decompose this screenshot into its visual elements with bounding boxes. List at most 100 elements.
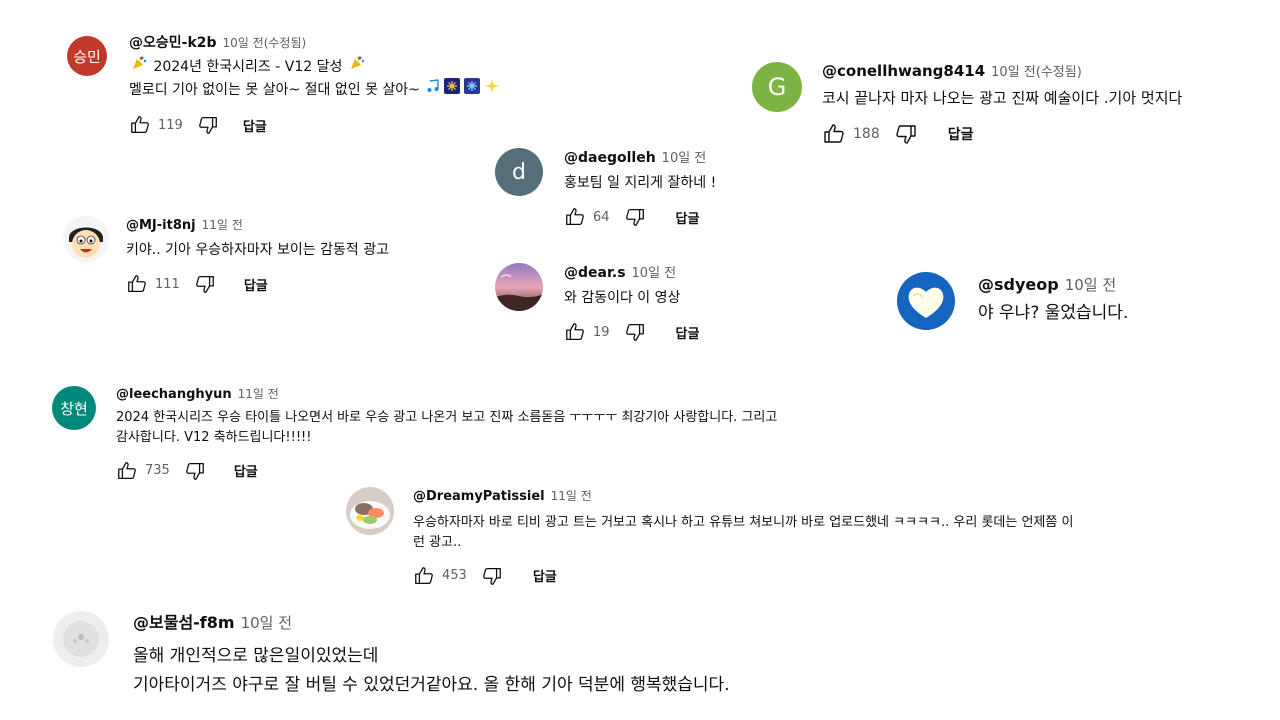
comment-content: @sdyeop 10일 전 야 우냐? 울었습니다. [978, 275, 1128, 327]
like-icon[interactable] [822, 122, 846, 146]
comment-content: @DreamyPatissiel 11일 전 우승하자마자 바로 티비 광고 트는… [413, 489, 1073, 587]
sunset-photo-avatar[interactable] [495, 263, 543, 311]
comment-time[interactable]: 11일 전 [551, 489, 592, 503]
reply-button[interactable]: 답글 [234, 461, 258, 480]
comment-content: @leechanghyun 11일 전 2024 한국시리즈 우승 타이틀 나오면… [116, 387, 777, 482]
comment-time[interactable]: 10일 전 [1065, 276, 1116, 294]
comment-author[interactable]: @dear.s [564, 265, 626, 281]
comment-time[interactable]: 11일 전 [238, 387, 279, 401]
comment-content: @MJ-it8nj 11일 전 키야.. 기아 우승하자마자 보이는 감동적 광고… [126, 218, 389, 295]
fireworks-icon [464, 78, 481, 102]
comment-line: 야 우냐? 울었습니다. [978, 303, 1129, 324]
comment-text: 2024년 한국시리즈 - V12 달성 멜로디 기아 없이는 못 살아~ 절대… [129, 55, 502, 102]
dislike-icon[interactable] [481, 565, 503, 587]
avatar[interactable]: 창현 [52, 386, 96, 430]
dislike-icon[interactable] [184, 460, 206, 482]
dislike-icon[interactable] [894, 122, 918, 146]
comment-content: @보물섬-f8m 10일 전 올해 개인적으로 많은일이있었는데 기아타이거즈 야… [133, 613, 730, 700]
comment-actions: 64 답글 [564, 206, 716, 228]
dislike-icon[interactable] [197, 114, 219, 136]
like-count: 453 [442, 568, 467, 584]
sparkles-icon [484, 78, 500, 102]
cartoon-face-avatar[interactable] [63, 216, 109, 262]
comment-actions: 19 답글 [564, 321, 699, 343]
avatar-initials: 승민 [73, 47, 101, 66]
comment-text: 코시 끝나자 마자 나오는 광고 진짜 예술이다 .기아 멋지다 [822, 87, 1182, 110]
comment-line: 홍보팀 일 지리게 잘하네 ! [564, 174, 717, 191]
comment-content: @conellhwang8414 10일 전(수정됨) 코시 끝나자 마자 나오는… [822, 62, 1182, 146]
comment-author[interactable]: @보물섬-f8m [133, 613, 235, 632]
comment-text: 키야.. 기아 우승하자마자 보이는 감동적 광고 [126, 240, 389, 262]
comment-author[interactable]: @leechanghyun [116, 387, 232, 402]
like-count: 119 [158, 117, 183, 133]
comment-line: 감사합니다. V12 축하드립니다!!!!! [116, 429, 312, 445]
like-count: 19 [593, 324, 610, 340]
avatar[interactable]: G [752, 62, 802, 112]
reply-button[interactable]: 답글 [244, 275, 268, 294]
like-icon[interactable] [116, 460, 138, 482]
like-icon[interactable] [564, 206, 586, 228]
like-count: 111 [155, 276, 180, 292]
comment-time[interactable]: 10일 전(수정됨) [223, 36, 307, 50]
comment-line: 멜로디 기아 없이는 못 살아~ 절대 없인 못 살아~ [129, 82, 420, 99]
comment-line: 2024 한국시리즈 우승 타이틀 나오면서 바로 우승 광고 나온거 보고 진… [116, 409, 778, 425]
comment-line: 우승하자마자 바로 티비 광고 트는 거보고 혹시나 하고 유튜브 쳐보니까 바… [413, 514, 1074, 530]
comment-line: 코시 끝나자 마자 나오는 광고 진짜 예술이다 .기아 멋지다 [822, 88, 1183, 107]
reply-button[interactable]: 답글 [676, 208, 700, 227]
comment-line: 와 감동이다 이 영상 [564, 289, 681, 306]
avatar-initials: G [767, 73, 787, 101]
comment-actions: 119 답글 [129, 114, 502, 136]
avatar-initials: 창현 [60, 399, 88, 418]
comment-author[interactable]: @DreamyPatissiel [413, 489, 545, 504]
like-icon[interactable] [564, 321, 586, 343]
comment-time[interactable]: 10일 전 [632, 266, 677, 281]
comment-text: 야 우냐? 울었습니다. [978, 300, 1128, 326]
like-count: 188 [853, 125, 880, 142]
comment-actions: 111 답글 [126, 273, 389, 295]
comment-time[interactable]: 10일 전 [241, 614, 292, 632]
comment-time[interactable]: 11일 전 [202, 218, 243, 232]
comment-line: 키야.. 기아 우승하자마자 보이는 감동적 광고 [126, 241, 389, 258]
comment-author[interactable]: @daegolleh [564, 150, 656, 166]
avatar[interactable]: d [495, 148, 543, 196]
party-popper-icon [349, 55, 365, 79]
comment-time[interactable]: 10일 전(수정됨) [991, 65, 1082, 80]
comment-line: 올해 개인적으로 많은일이있었는데 [133, 646, 379, 667]
comment-actions: 453 답글 [413, 565, 1073, 587]
comment-time[interactable]: 10일 전 [662, 151, 707, 166]
comment-actions: 188 답글 [822, 122, 1182, 146]
reply-button[interactable]: 답글 [948, 124, 974, 144]
comment-text: 우승하자마자 바로 티비 광고 트는 거보고 혹시나 하고 유튜브 쳐보니까 바… [413, 513, 1073, 553]
fireworks-icon [444, 78, 461, 102]
comment-line: 2024년 한국시리즈 - V12 달성 [153, 58, 343, 75]
like-count: 64 [593, 209, 610, 225]
heart-cloud-avatar[interactable] [897, 272, 955, 330]
like-icon[interactable] [413, 565, 435, 587]
comment-line: 런 광고.. [413, 534, 462, 550]
dislike-icon[interactable] [624, 321, 646, 343]
food-photo-avatar[interactable] [346, 487, 394, 535]
comment-author[interactable]: @conellhwang8414 [822, 62, 985, 80]
like-icon[interactable] [129, 114, 151, 136]
avatar[interactable]: 승민 [67, 36, 107, 76]
dislike-icon[interactable] [194, 273, 216, 295]
comment-text: 와 감동이다 이 영상 [564, 288, 699, 310]
comment-text: 홍보팀 일 지리게 잘하네 ! [564, 173, 716, 195]
like-icon[interactable] [126, 273, 148, 295]
comment-actions: 735 답글 [116, 460, 777, 482]
party-popper-icon [131, 55, 147, 79]
avatar-initials: d [512, 159, 526, 185]
dislike-icon[interactable] [624, 206, 646, 228]
reply-button[interactable]: 답글 [243, 116, 267, 135]
grey-cat-avatar[interactable] [53, 611, 109, 667]
comment-content: @dear.s 10일 전 와 감동이다 이 영상 19 답글 [564, 265, 699, 343]
comment-author[interactable]: @오승민-k2b [129, 35, 217, 51]
comment-line: 기아타이거즈 야구로 잘 버틸 수 있었던거같아요. 올 한해 기아 덕분에 행… [133, 675, 730, 696]
comment-text: 올해 개인적으로 많은일이있었는데 기아타이거즈 야구로 잘 버틸 수 있었던거… [133, 642, 730, 700]
comment-content: @오승민-k2b 10일 전(수정됨) 2024년 한국시리즈 - V12 달성 … [129, 35, 502, 136]
reply-button[interactable]: 답글 [533, 566, 557, 585]
like-count: 735 [145, 463, 170, 479]
comment-author[interactable]: @MJ-it8nj [126, 218, 196, 233]
comment-author[interactable]: @sdyeop [978, 275, 1059, 294]
reply-button[interactable]: 답글 [676, 323, 700, 342]
